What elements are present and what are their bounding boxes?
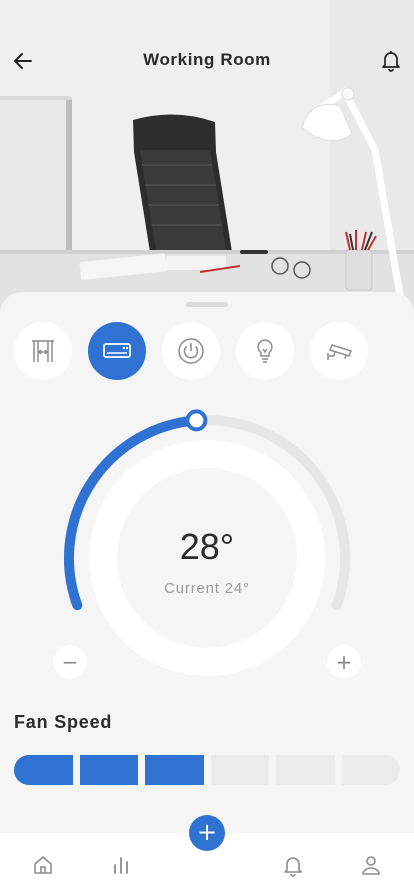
air-conditioner-icon bbox=[103, 343, 131, 358]
fan-speed-segment[interactable] bbox=[210, 755, 269, 785]
control-sheet: 28° Current 24° − + Fan Speed bbox=[0, 292, 414, 852]
curtain-icon bbox=[32, 340, 54, 362]
fan-speed-segment[interactable] bbox=[79, 755, 138, 785]
fan-speed-segment[interactable] bbox=[14, 755, 73, 785]
home-icon[interactable] bbox=[31, 853, 55, 877]
bell-icon[interactable] bbox=[281, 853, 305, 877]
fan-speed-label: Fan Speed bbox=[14, 712, 113, 732]
device-curtain[interactable] bbox=[14, 322, 72, 380]
set-temperature: 28° bbox=[179, 526, 235, 567]
device-light[interactable] bbox=[236, 322, 294, 380]
minus-icon: − bbox=[61, 650, 79, 674]
thermostat-dial: 28° Current 24° − + bbox=[0, 402, 414, 692]
plus-icon: + bbox=[196, 818, 218, 846]
plus-icon: + bbox=[335, 650, 353, 674]
page-title: Working Room bbox=[143, 50, 271, 69]
fan-speed-segment[interactable] bbox=[341, 755, 400, 785]
cctv-icon bbox=[327, 344, 352, 360]
decrease-temp-button[interactable]: − bbox=[53, 645, 87, 679]
device-camera[interactable] bbox=[310, 322, 368, 380]
top-bar: Working Room bbox=[0, 36, 414, 84]
device-selector bbox=[14, 322, 404, 380]
fan-speed-segment[interactable] bbox=[276, 755, 335, 785]
dial-knob[interactable] bbox=[185, 409, 208, 432]
fan-speed-segment[interactable] bbox=[145, 755, 204, 785]
fan-speed-selector[interactable] bbox=[14, 755, 400, 785]
user-icon[interactable] bbox=[359, 853, 383, 877]
bell-icon[interactable] bbox=[378, 47, 404, 73]
increase-temp-button[interactable]: + bbox=[327, 645, 361, 679]
bulb-icon bbox=[257, 339, 273, 363]
device-power[interactable] bbox=[162, 322, 220, 380]
add-button[interactable]: + bbox=[189, 815, 225, 851]
sheet-handle[interactable] bbox=[186, 302, 228, 307]
device-air-conditioner[interactable] bbox=[88, 322, 146, 380]
stats-icon[interactable] bbox=[109, 853, 133, 877]
current-temperature: Current 24° bbox=[164, 580, 250, 597]
power-icon bbox=[178, 338, 204, 364]
